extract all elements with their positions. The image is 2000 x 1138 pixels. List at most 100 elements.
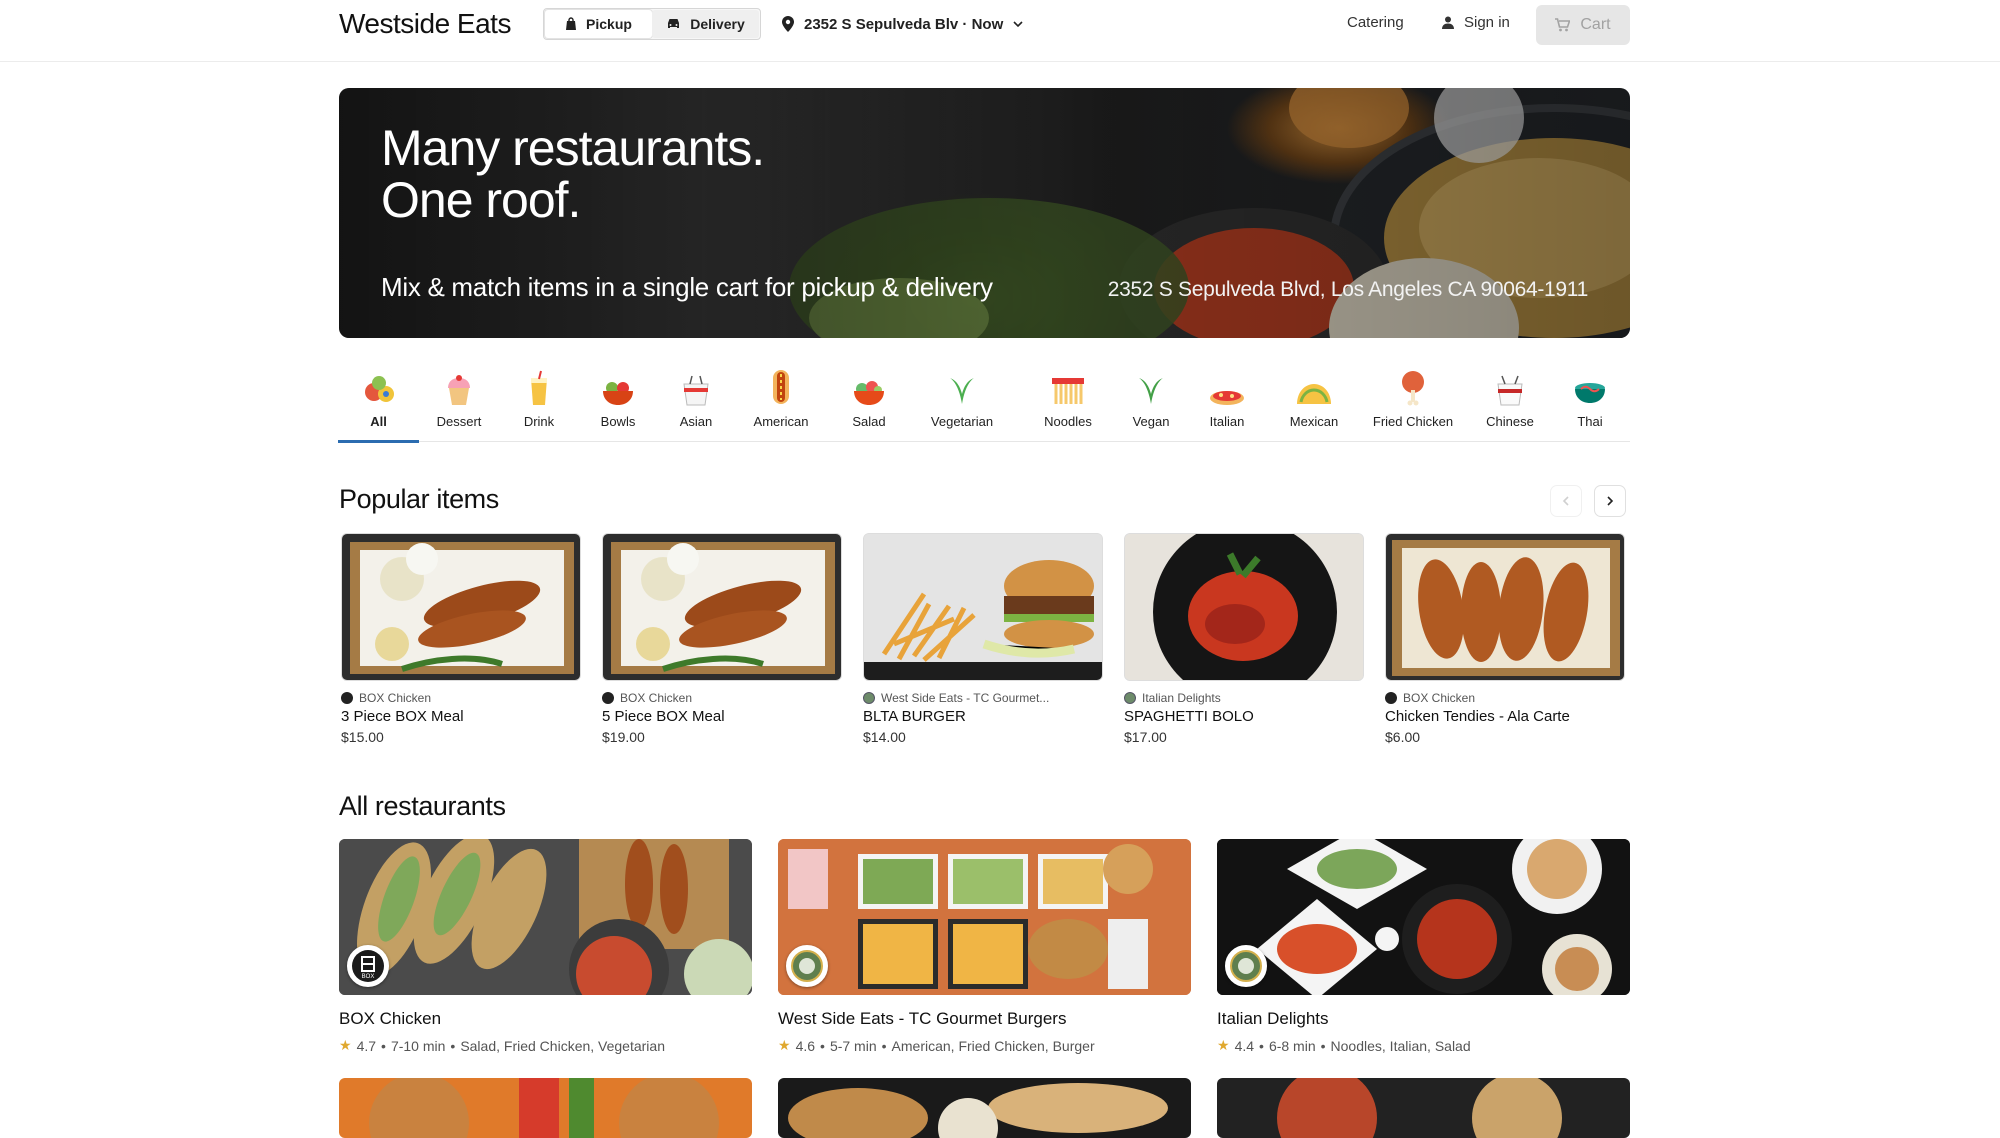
- restaurant-rating: 4.4: [1234, 1037, 1255, 1054]
- sign-in-button[interactable]: Sign in: [1442, 14, 1510, 31]
- cupcake-icon: [448, 375, 470, 405]
- category-drink[interactable]: Drink: [509, 360, 569, 442]
- box-chicken-logo-icon: [1385, 692, 1397, 704]
- thai-bowl-icon: [1575, 383, 1605, 403]
- category-mexican[interactable]: Mexican: [1275, 360, 1353, 442]
- category-label: Vegan: [1132, 414, 1170, 429]
- category-vegan[interactable]: Vegan: [1117, 360, 1185, 442]
- category-label: Asian: [679, 414, 713, 429]
- vegan-icon: [1139, 378, 1163, 404]
- restaurant-card-partial[interactable]: [339, 1078, 752, 1138]
- location-text: 2352 S Sepulveda Blv · Now: [804, 15, 1004, 33]
- category-all[interactable]: All: [338, 360, 419, 443]
- item-restaurant: Italian Delights: [1124, 691, 1364, 705]
- item-name: SPAGHETTI BOLO: [1124, 708, 1254, 725]
- star-icon: ★: [339, 1037, 352, 1053]
- delivery-label: Delivery: [690, 16, 745, 32]
- category-asian[interactable]: Asian: [665, 360, 727, 442]
- item-price: $6.00: [1385, 729, 1421, 745]
- leaf-icon: [950, 378, 974, 404]
- sign-in-label: Sign in: [1464, 14, 1510, 31]
- item-restaurant: BOX Chicken: [602, 691, 842, 705]
- restaurant-name: BOX Chicken: [339, 1009, 442, 1028]
- item-price: $17.00: [1124, 729, 1167, 745]
- category-salad[interactable]: Salad: [839, 360, 899, 442]
- category-american[interactable]: American: [741, 360, 821, 442]
- item-restaurant-name: West Side Eats - TC Gourmet...: [881, 691, 1050, 705]
- site-logo[interactable]: Westside Eats: [339, 7, 511, 41]
- restaurant-meta: ★ 4.6 • 5-7 min • American, Fried Chicken,…: [778, 1037, 1095, 1054]
- hero-banner: Many restaurants. One roof. Mix & match …: [339, 88, 1630, 338]
- star-icon: ★: [1217, 1037, 1230, 1053]
- category-label: All: [370, 414, 387, 429]
- category-label: American: [753, 414, 809, 429]
- popular-item-card[interactable]: West Side Eats - TC Gourmet... BLTA BURG…: [863, 533, 1103, 745]
- hotdog-icon: [773, 370, 789, 404]
- italian-delights-logo-icon: [1225, 945, 1267, 987]
- all-food-icon: [364, 376, 394, 402]
- pickup-button[interactable]: Pickup: [545, 10, 652, 38]
- box-chicken-logo-icon: [602, 692, 614, 704]
- cart-button[interactable]: Cart: [1536, 5, 1630, 45]
- item-price: $15.00: [341, 729, 384, 745]
- item-restaurant-name: Italian Delights: [1142, 691, 1221, 705]
- italian-delights-logo-icon: [1124, 692, 1136, 704]
- svg-text:BOX: BOX: [362, 974, 375, 980]
- restaurant-photo: [1217, 839, 1630, 995]
- category-vegetarian[interactable]: Vegetarian: [922, 360, 1002, 442]
- item-photo: [1385, 533, 1625, 681]
- category-label: Thai: [1577, 414, 1603, 429]
- carousel-controls: [1550, 485, 1626, 517]
- item-restaurant: BOX Chicken: [1385, 691, 1625, 705]
- cart-icon: [1555, 18, 1571, 32]
- item-name: 3 Piece BOX Meal: [341, 708, 464, 725]
- popular-item-card[interactable]: BOX Chicken 3 Piece BOX Meal $15.00: [341, 533, 581, 745]
- category-dessert[interactable]: Dessert: [424, 360, 494, 442]
- restaurant-photo: BOX: [339, 839, 752, 995]
- category-label: Noodles: [1044, 414, 1092, 429]
- catering-link[interactable]: Catering: [1347, 14, 1404, 31]
- popular-item-card[interactable]: BOX Chicken 5 Piece BOX Meal $19.00: [602, 533, 842, 745]
- hero-title-line2: One roof.: [381, 172, 581, 228]
- restaurant-card-partial[interactable]: [1217, 1078, 1630, 1138]
- item-restaurant-name: BOX Chicken: [1403, 691, 1476, 705]
- item-price: $19.00: [602, 729, 645, 745]
- location-selector[interactable]: 2352 S Sepulveda Blv · Now: [782, 12, 1023, 36]
- category-thai[interactable]: Thai: [1561, 360, 1619, 442]
- restaurant-name: West Side Eats - TC Gourmet Burgers: [778, 1009, 1067, 1028]
- category-fried-chicken[interactable]: Fried Chicken: [1363, 360, 1463, 442]
- taco-icon: [1297, 384, 1331, 404]
- takeout-icon: [683, 375, 709, 406]
- item-restaurant: West Side Eats - TC Gourmet...: [863, 691, 1103, 705]
- top-navigation: Westside Eats Pickup Delivery 2352 S Sep…: [0, 0, 2000, 62]
- pickup-label: Pickup: [586, 16, 632, 32]
- popular-item-card[interactable]: Italian Delights SPAGHETTI BOLO $17.00: [1124, 533, 1364, 745]
- category-italian[interactable]: Italian: [1197, 360, 1257, 442]
- category-bar: All Dessert Drink Bowls Asian American S…: [338, 360, 1630, 443]
- category-chinese[interactable]: Chinese: [1476, 360, 1544, 442]
- chinese-takeout-icon: [1497, 375, 1523, 406]
- item-name: Chicken Tendies - Ala Carte: [1385, 708, 1570, 725]
- restaurant-rating: 4.6: [795, 1037, 816, 1054]
- restaurant-card-partial[interactable]: [778, 1078, 1191, 1138]
- restaurant-card[interactable]: BOX BOX Chicken ★ 4.7 • 7-10 min • Salad, …: [339, 839, 752, 1054]
- category-label: Fried Chicken: [1372, 414, 1454, 429]
- star-icon: ★: [778, 1037, 791, 1053]
- category-noodles[interactable]: Noodles: [1024, 360, 1112, 442]
- category-bowls[interactable]: Bowls: [587, 360, 649, 442]
- carousel-prev-button[interactable]: [1550, 485, 1582, 517]
- popular-item-card[interactable]: BOX Chicken Chicken Tendies - Ala Carte …: [1385, 533, 1625, 745]
- restaurant-meta: ★ 4.4 • 6-8 min • Noodles, Italian, Salad: [1217, 1037, 1471, 1054]
- user-icon: [1442, 16, 1454, 29]
- box-chicken-logo-icon: [341, 692, 353, 704]
- delivery-button[interactable]: Delivery: [652, 10, 759, 38]
- noodles-icon: [1052, 378, 1084, 404]
- hero-title-line1: Many restaurants.: [381, 120, 765, 176]
- hero-title: Many restaurants. One roof.: [381, 120, 765, 228]
- restaurant-card[interactable]: West Side Eats - TC Gourmet Burgers ★ 4.…: [778, 839, 1191, 1054]
- category-label: Bowls: [600, 414, 636, 429]
- item-name: BLTA BURGER: [863, 708, 966, 725]
- restaurant-card[interactable]: Italian Delights ★ 4.4 • 6-8 min • Noodles…: [1217, 839, 1630, 1054]
- carousel-next-button[interactable]: [1594, 485, 1626, 517]
- restaurant-name: Italian Delights: [1217, 1009, 1329, 1028]
